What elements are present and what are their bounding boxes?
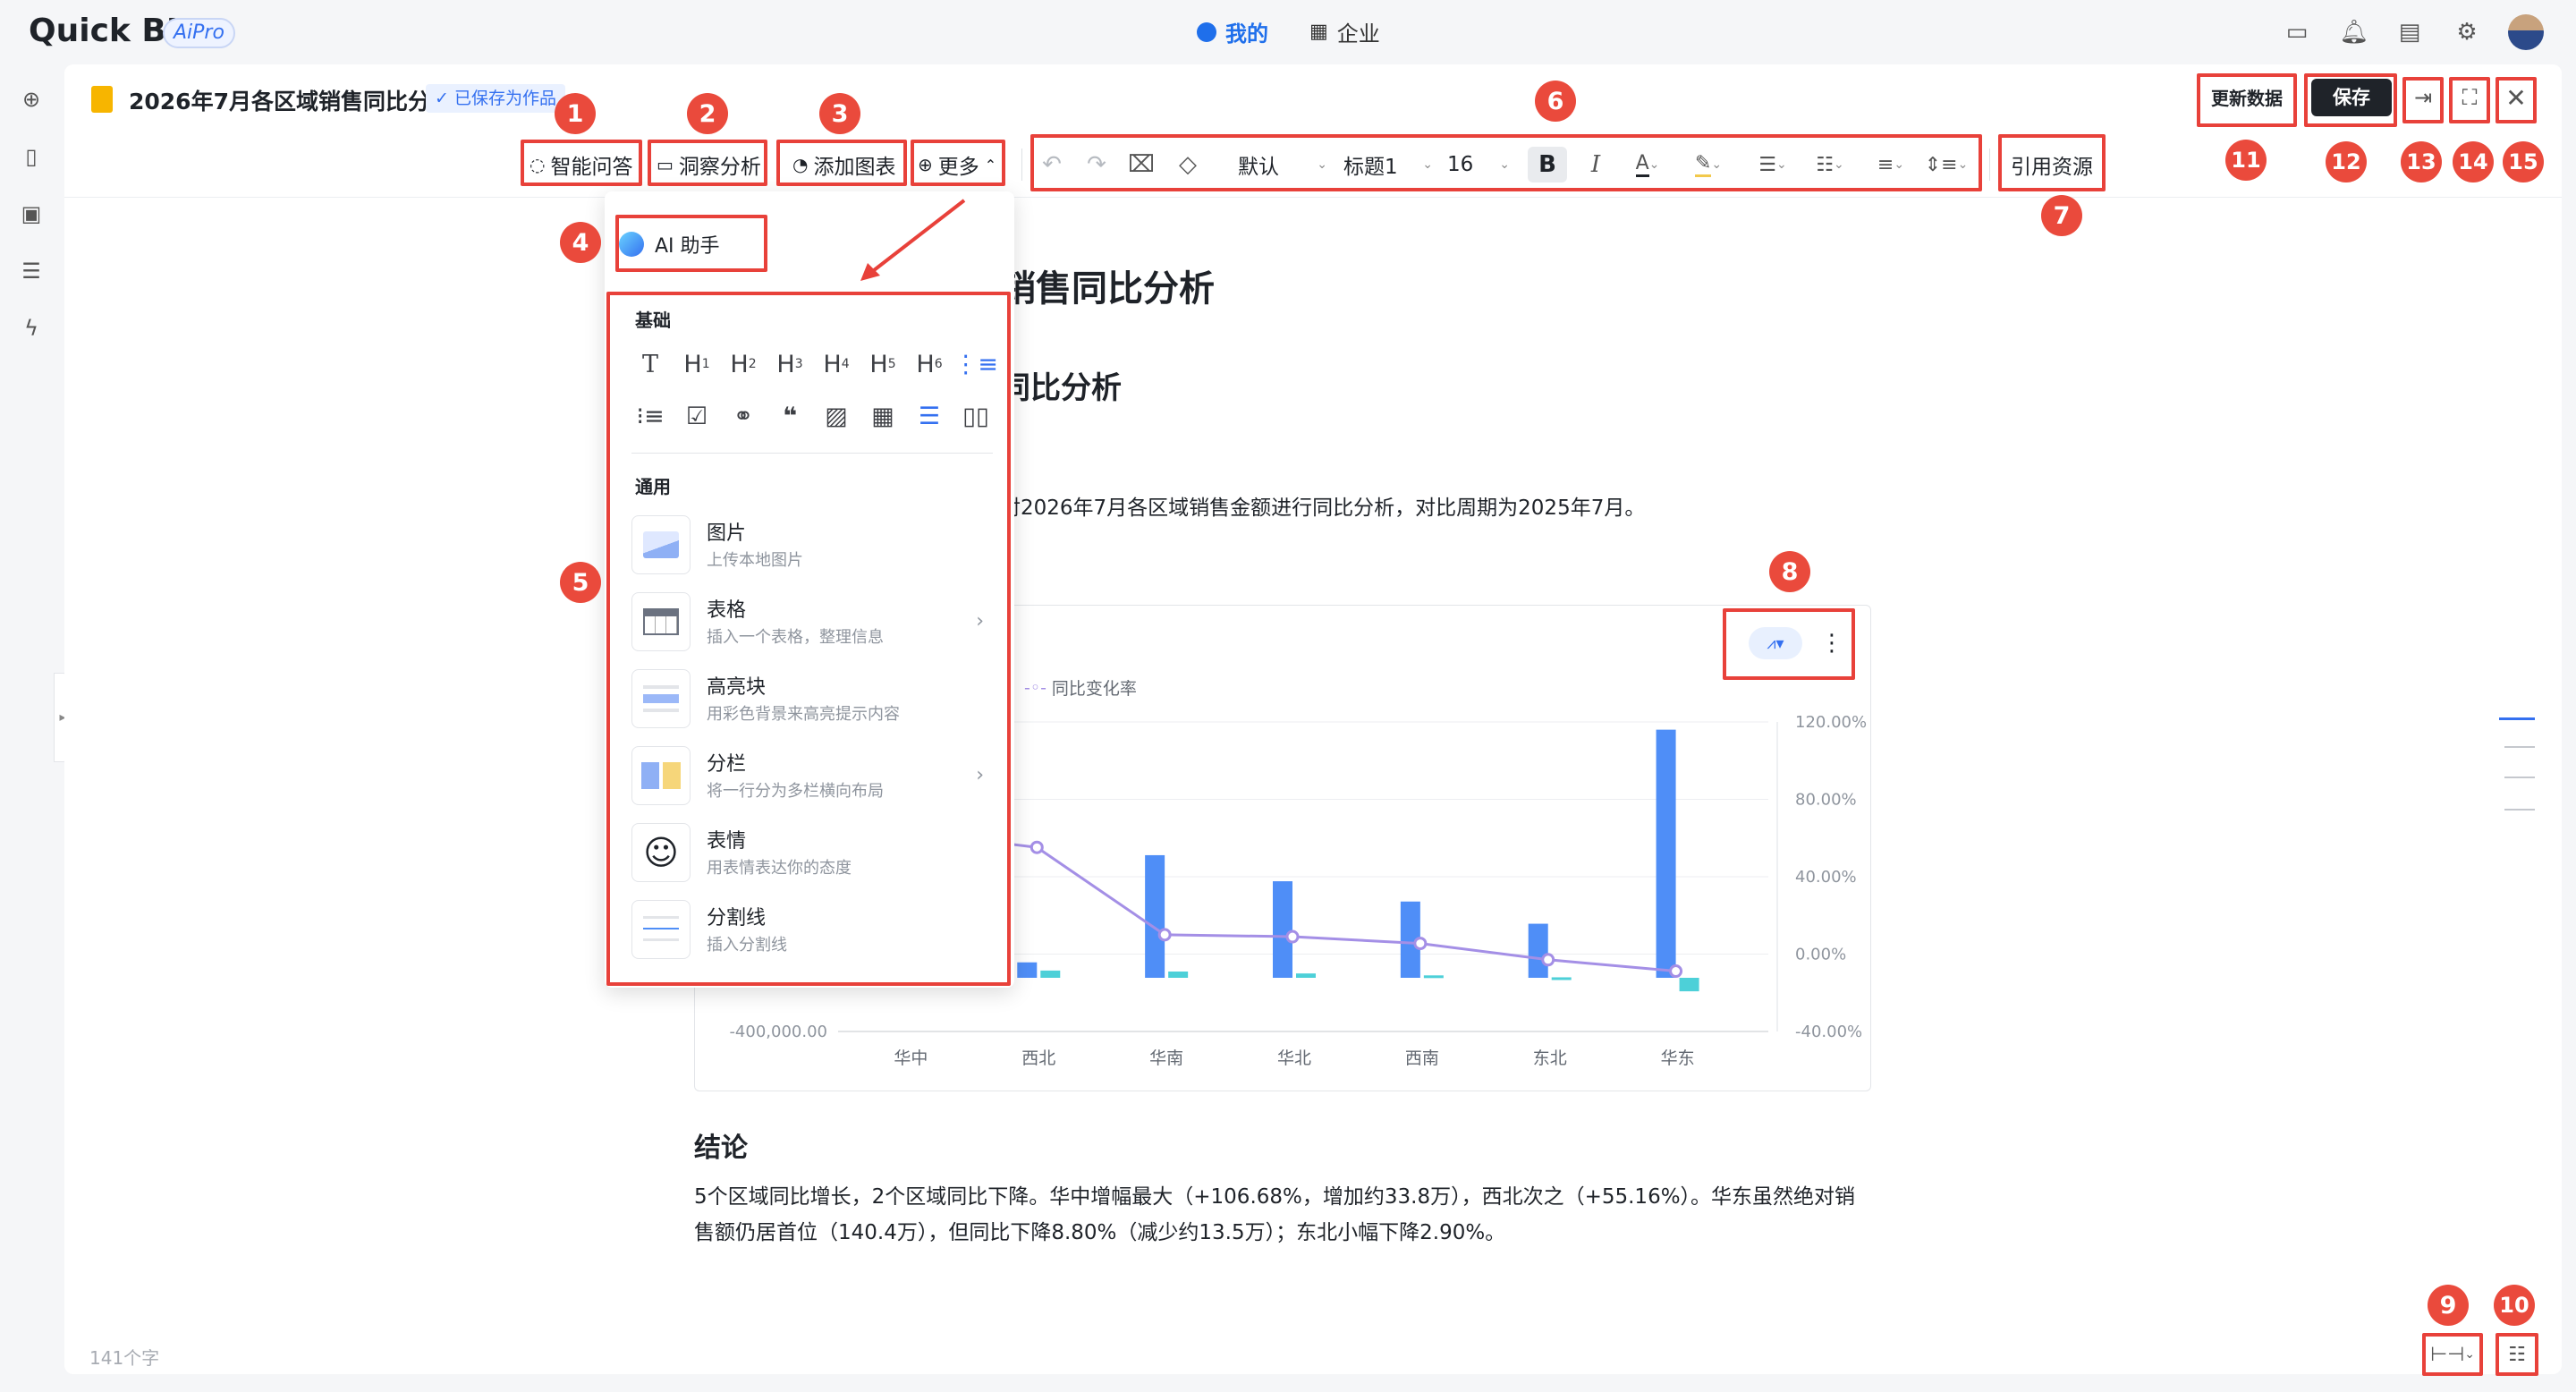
rate-point: [1413, 937, 1428, 951]
bar-series-1: [1528, 923, 1548, 978]
x-tick-label: 西北: [1021, 1048, 1055, 1068]
bar-series-1: [1656, 729, 1676, 978]
word-count: 141个字: [89, 1347, 160, 1369]
annotation-box-12: [2304, 73, 2397, 127]
annotation-badge-14: 14: [2453, 141, 2494, 182]
bar-series-1: [1017, 962, 1038, 978]
annotation-badge-15: 15: [2503, 141, 2544, 182]
outline-marker[interactable]: [2504, 777, 2535, 778]
gear-icon[interactable]: ⚙: [2453, 18, 2481, 47]
annotation-badge-13: 13: [2401, 141, 2442, 182]
x-tick-label: 华东: [1661, 1048, 1695, 1068]
left-tick-label: -400,000.00: [729, 1023, 827, 1041]
x-tick-label: 华北: [1277, 1048, 1311, 1068]
annotation-badge-12: 12: [2326, 141, 2367, 182]
annotation-box-9: [2422, 1333, 2483, 1376]
annotation-box-5: [606, 292, 1011, 986]
annotation-box-4: [615, 215, 767, 272]
right-tick-label: 0.00%: [1795, 946, 1846, 964]
annotation-box-3: [776, 140, 907, 186]
conclusion-line-1[interactable]: 5个区域同比增长，2个区域同比下降。华中增幅最大（+106.68%，增加约33.…: [694, 1179, 1855, 1210]
outline-marker[interactable]: [2504, 746, 2535, 748]
annotation-box-10: [2496, 1333, 2538, 1376]
bar-series-2: [1040, 970, 1061, 978]
annotation-badge-9: 9: [2428, 1285, 2469, 1326]
annotation-badge-11: 11: [2225, 140, 2267, 181]
annotation-box-7: [1998, 134, 2106, 191]
doc-file-icon: [91, 86, 113, 113]
document-icon[interactable]: ▯: [16, 141, 47, 172]
rate-point: [1285, 929, 1300, 944]
bar-series-2: [1551, 977, 1572, 980]
saved-badge: ✓ 已保存为作品: [426, 84, 565, 113]
x-tick-label: 西南: [1405, 1048, 1439, 1068]
doc-intro[interactable]: 对2026年7月各区域销售金额进行同比分析，对比周期为2025年7月。: [1000, 490, 1645, 521]
app-logo[interactable]: Quick BI: [29, 13, 178, 49]
bar-series-2: [1423, 975, 1444, 979]
annotation-box-more: [911, 140, 1005, 186]
annotation-box-6: [1030, 134, 1982, 191]
bar-series-2: [1168, 971, 1189, 978]
annotation-box-1: [521, 140, 642, 186]
workspace-icon[interactable]: ▭: [2283, 18, 2311, 47]
right-tick-label: 80.00%: [1795, 791, 1857, 810]
nav-mine[interactable]: 我的: [1197, 16, 1268, 47]
nav-enterprise[interactable]: ▦ 企业: [1309, 16, 1380, 47]
conclusion-title[interactable]: 结论: [694, 1125, 748, 1165]
annotation-badge-2: 2: [687, 93, 728, 134]
annotation-arrow: [860, 199, 966, 281]
annotation-badge-4: 4: [560, 222, 601, 263]
annotation-box-15: [2496, 77, 2537, 123]
calendar-icon[interactable]: ▣: [16, 199, 47, 229]
conclusion-line-2[interactable]: 售额仍居首位（140.4万），但同比下降8.80%（减少约13.5万）；东北小幅…: [694, 1215, 1505, 1245]
bar-series-2: [1679, 978, 1699, 992]
right-tick-label: -40.00%: [1795, 1023, 1862, 1041]
toolbar-divider: [1021, 149, 1022, 181]
annotation-box-8: [1723, 608, 1855, 680]
aipro-badge: AiPro: [163, 18, 235, 48]
doc-heading-1[interactable]: 销售同比分析: [1000, 259, 1215, 311]
outline-marker-active[interactable]: [2499, 717, 2535, 720]
right-tick-label: 120.00%: [1795, 713, 1867, 732]
add-icon[interactable]: ⊕: [16, 84, 47, 115]
annotation-badge-1: 1: [555, 93, 596, 134]
rate-point: [1669, 964, 1683, 979]
x-tick-label: 东北: [1533, 1048, 1567, 1068]
toolbar-divider: [1989, 149, 1990, 181]
bell-icon[interactable]: 🔔︎: [2340, 18, 2369, 47]
bar-series-1: [1273, 881, 1292, 978]
compass-icon: [1197, 21, 1216, 42]
annotation-badge-6: 6: [1535, 81, 1576, 122]
x-tick-label: 华南: [1149, 1048, 1183, 1068]
dashboard-icon[interactable]: ▤: [2395, 18, 2424, 47]
annotation-badge-5: 5: [560, 562, 601, 603]
divider-line: [64, 197, 2562, 198]
doc-heading-2[interactable]: 同比分析: [1000, 363, 1122, 407]
doc-title[interactable]: 2026年7月各区域销售同比分析: [129, 84, 453, 116]
annotation-badge-8: 8: [1769, 551, 1810, 592]
annotation-badge-7: 7: [2041, 195, 2082, 236]
left-rail: ⊕ ▯ ▣ ☰ ϟ ▸: [0, 64, 72, 1392]
database-icon[interactable]: ☰: [16, 256, 47, 286]
top-header: Quick BI AiPro 我的 ▦ 企业 ▭ 🔔︎ ▤ ⚙: [0, 0, 2576, 64]
x-tick-label: 华中: [894, 1048, 928, 1068]
annotation-badge-3: 3: [819, 93, 860, 134]
building-icon: ▦: [1309, 21, 1328, 43]
annotation-box-13: [2402, 77, 2444, 123]
bar-series-1: [1145, 854, 1165, 978]
bar-series-2: [1296, 973, 1316, 978]
rate-point: [1541, 953, 1555, 967]
avatar[interactable]: [2508, 14, 2544, 50]
right-tick-label: 40.00%: [1795, 868, 1857, 887]
outline-marker[interactable]: [2504, 809, 2535, 811]
rate-point: [1157, 928, 1172, 942]
annotation-badge-10: 10: [2494, 1285, 2535, 1326]
annotation-box-14: [2449, 77, 2490, 123]
annotation-box-11: [2197, 73, 2297, 127]
annotation-box-2: [648, 140, 767, 186]
rate-point: [1030, 840, 1044, 854]
lightning-icon[interactable]: ϟ: [16, 313, 47, 344]
